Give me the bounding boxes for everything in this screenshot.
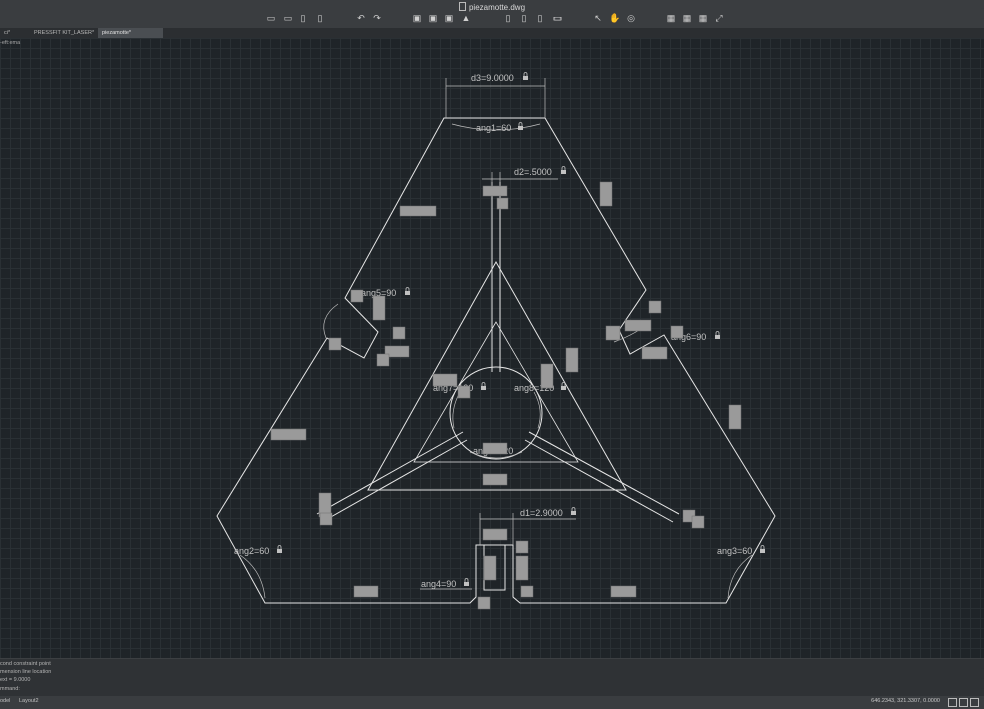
constraint-badge[interactable] bbox=[670, 325, 684, 339]
constraint-badge[interactable] bbox=[319, 512, 333, 526]
constraint-badge[interactable] bbox=[728, 404, 742, 430]
constraint-badge[interactable] bbox=[624, 319, 652, 332]
constraint-badge[interactable] bbox=[482, 528, 508, 541]
constraint-badge[interactable] bbox=[599, 181, 613, 207]
dim-ang2[interactable]: ang2=60 bbox=[234, 546, 269, 556]
lock-icon bbox=[277, 545, 282, 553]
lock-icon bbox=[561, 166, 566, 174]
constraint-badge[interactable] bbox=[399, 205, 437, 217]
lock-icon bbox=[571, 507, 576, 515]
command-prompt[interactable]: mmand: bbox=[0, 686, 20, 692]
constraint-badge[interactable] bbox=[515, 540, 529, 554]
dim-ang3[interactable]: ang3=60 bbox=[717, 546, 752, 556]
constraint-badge[interactable] bbox=[482, 473, 508, 486]
constraint-badge[interactable] bbox=[605, 325, 621, 341]
command-history-line: ext = 9.0000 bbox=[0, 677, 31, 683]
constraint-badge[interactable] bbox=[457, 385, 471, 399]
constraint-badge[interactable] bbox=[270, 428, 307, 441]
constraint-badge[interactable] bbox=[515, 555, 529, 581]
command-history-line: cond constraint point bbox=[0, 661, 51, 667]
constraint-badge[interactable] bbox=[648, 300, 662, 314]
lock-icon bbox=[481, 382, 486, 390]
constraint-badge[interactable] bbox=[565, 347, 579, 373]
grid-icon[interactable] bbox=[948, 698, 957, 707]
constraint-badge[interactable] bbox=[482, 185, 508, 197]
lock-icon bbox=[760, 545, 765, 553]
constraint-badge[interactable] bbox=[610, 585, 637, 598]
lock-icon bbox=[405, 287, 410, 295]
layout-tab-model[interactable]: odel bbox=[0, 698, 10, 704]
dim-d3[interactable]: d3=9.0000 bbox=[471, 73, 514, 83]
constraint-badge[interactable] bbox=[432, 373, 458, 387]
constraint-badge[interactable] bbox=[483, 555, 497, 581]
command-history-line: mension line location bbox=[0, 669, 52, 675]
constraint-badge[interactable] bbox=[392, 326, 406, 340]
constraint-badge[interactable] bbox=[496, 197, 509, 210]
cursor-coordinates: 646.2343, 321.3307, 0.0000 bbox=[871, 698, 940, 704]
dim-ang4[interactable]: ang4=90 bbox=[421, 579, 456, 589]
constraint-badge[interactable] bbox=[350, 289, 364, 303]
constraint-badge[interactable] bbox=[540, 363, 554, 389]
constraint-badge[interactable] bbox=[353, 585, 379, 598]
constraint-badge[interactable] bbox=[477, 596, 491, 610]
command-line[interactable]: cond constraint point mension line locat… bbox=[0, 658, 984, 697]
constraint-badge[interactable] bbox=[376, 353, 390, 367]
constraint-badge[interactable] bbox=[482, 442, 508, 455]
constraint-badge[interactable] bbox=[691, 515, 705, 529]
constraint-badge[interactable] bbox=[372, 295, 386, 321]
constraint-badge[interactable] bbox=[328, 337, 342, 351]
lock-icon bbox=[518, 122, 523, 130]
dim-ang1[interactable]: ang1=60 bbox=[476, 123, 511, 133]
lock-icon bbox=[715, 331, 720, 339]
lock-icon bbox=[561, 382, 566, 390]
spoke-top[interactable] bbox=[491, 182, 501, 372]
status-bar: odel Layout2 646.2343, 321.3307, 0.0000 bbox=[0, 696, 984, 709]
dim-d1[interactable]: d1=2.9000 bbox=[520, 508, 563, 518]
layout-tab-layout2[interactable]: Layout2 bbox=[19, 698, 39, 704]
lock-icon bbox=[523, 72, 528, 80]
snap-icon[interactable] bbox=[959, 698, 968, 707]
drawing-svg[interactable]: d3=9.0000 ang1=60 d2=.5000 ang5=90 ang6=… bbox=[0, 0, 984, 709]
constraint-badge[interactable] bbox=[641, 346, 668, 360]
ortho-icon[interactable] bbox=[970, 698, 979, 707]
lock-icon bbox=[464, 578, 469, 586]
constraint-badge[interactable] bbox=[520, 585, 534, 598]
spoke-left[interactable] bbox=[316, 431, 468, 523]
dim-d2[interactable]: d2=.5000 bbox=[514, 167, 552, 177]
